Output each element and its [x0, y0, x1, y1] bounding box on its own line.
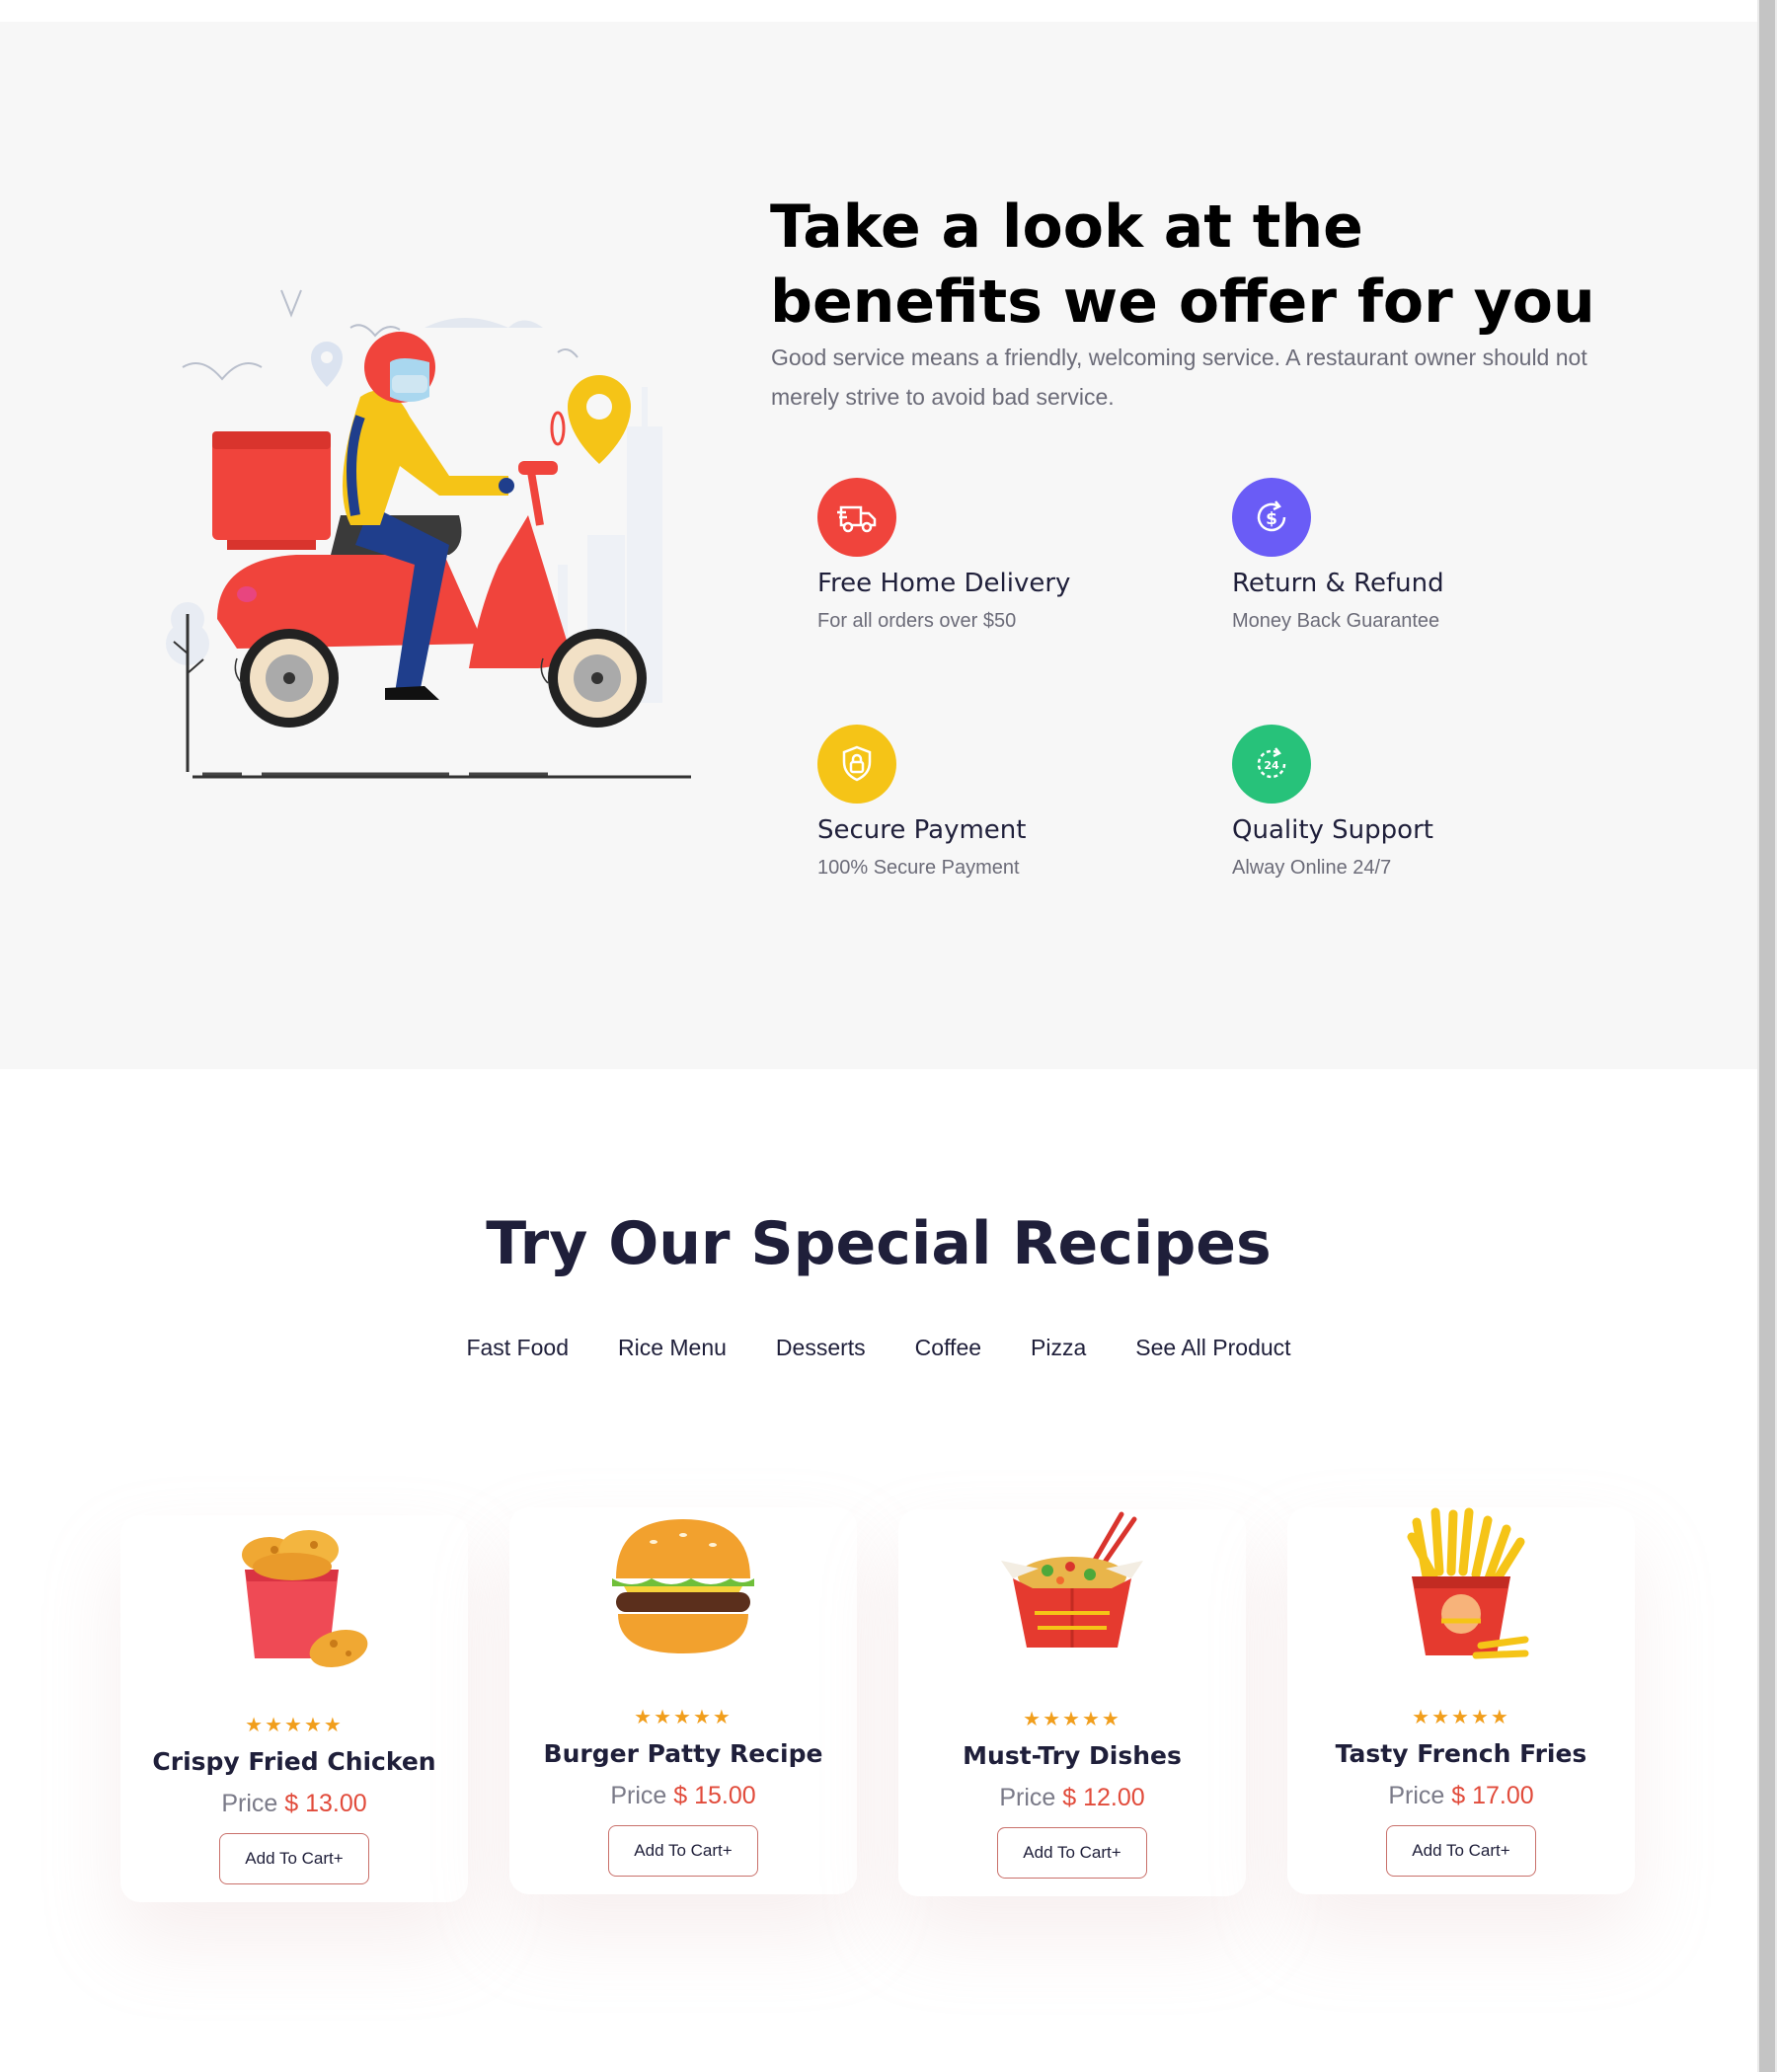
price-label: Price [610, 1782, 667, 1809]
add-to-cart-button[interactable]: Add To Cart+ [608, 1825, 758, 1877]
price-label: Price [221, 1790, 278, 1817]
tab-pizza[interactable]: Pizza [1031, 1335, 1086, 1361]
delivery-truck-icon [817, 478, 896, 557]
refund-icon: $ [1232, 478, 1311, 557]
add-to-cart-button[interactable]: Add To Cart+ [1386, 1825, 1536, 1877]
rating-stars: ★★★★★ [634, 1707, 733, 1728]
tab-coffee[interactable]: Coffee [915, 1335, 981, 1361]
price-amount: $ 17.00 [1451, 1782, 1534, 1809]
benefits-section: Take a look at the benefits we offer for… [0, 22, 1757, 1069]
feature-title: Quality Support [1232, 815, 1433, 845]
recipes-title: Try Our Special Recipes [486, 1209, 1272, 1278]
svg-text:24: 24 [1264, 759, 1279, 772]
french-fries-image [1407, 1507, 1529, 1659]
benefits-description: Good service means a friendly, welcoming… [771, 345, 1587, 410]
feature-subtitle: Alway Online 24/7 [1232, 857, 1392, 879]
scrollbar-thumb[interactable] [1759, 0, 1775, 2072]
price-amount: $ 15.00 [673, 1782, 756, 1809]
feature-secure-payment: Secure Payment 100% Secure Payment [817, 725, 1212, 880]
svg-text:$: $ [1266, 509, 1277, 529]
product-name: Must-Try Dishes [963, 1741, 1182, 1770]
benefits-title-line-2: benefits we offer for you [770, 268, 1595, 337]
product-price: Price $ 15.00 [509, 1782, 857, 1810]
tab-see-all-product[interactable]: See All Product [1135, 1335, 1290, 1361]
product-card-fried-chicken: ★★★★★ Crispy Fried Chicken Price $ 13.00… [120, 1515, 468, 1902]
product-price: Price $ 12.00 [898, 1784, 1246, 1812]
price-label: Price [999, 1784, 1056, 1811]
recipe-category-tabs: Fast Food Rice Menu Desserts Coffee Pizz… [0, 1335, 1757, 1361]
product-name: Crispy Fried Chicken [152, 1747, 436, 1776]
feature-title: Free Home Delivery [817, 569, 1071, 598]
product-name: Burger Patty Recipe [543, 1739, 823, 1768]
tab-rice-menu[interactable]: Rice Menu [618, 1335, 727, 1361]
add-to-cart-button[interactable]: Add To Cart+ [219, 1833, 369, 1884]
benefits-title: Take a look at the benefits we offer for… [770, 190, 1619, 340]
delivery-scooter-illustration [166, 289, 691, 779]
feature-quality-support: 24 Quality Support Alway Online 24/7 [1232, 725, 1627, 880]
add-to-cart-button[interactable]: Add To Cart+ [997, 1827, 1147, 1879]
price-amount: $ 13.00 [284, 1790, 367, 1817]
feature-subtitle: Money Back Guarantee [1232, 610, 1440, 632]
support-24-icon: 24 [1232, 725, 1311, 804]
rating-stars: ★★★★★ [1412, 1707, 1510, 1728]
tab-desserts[interactable]: Desserts [776, 1335, 866, 1361]
feature-subtitle: 100% Secure Payment [817, 857, 1020, 879]
burger-image [612, 1519, 754, 1653]
tab-fast-food[interactable]: Fast Food [466, 1335, 569, 1361]
product-name: Tasty French Fries [1335, 1739, 1587, 1768]
product-card-noodle-box: ★★★★★ Must-Try Dishes Price $ 12.00 Add … [898, 1509, 1246, 1896]
product-price: Price $ 17.00 [1287, 1782, 1635, 1810]
rating-stars: ★★★★★ [1023, 1709, 1121, 1730]
feature-return-refund: $ Return & Refund Money Back Guarantee [1232, 478, 1627, 633]
product-price: Price $ 13.00 [120, 1790, 468, 1818]
feature-title: Return & Refund [1232, 569, 1444, 598]
feature-subtitle: For all orders over $50 [817, 610, 1017, 632]
price-amount: $ 12.00 [1062, 1784, 1145, 1811]
shield-lock-icon [817, 725, 896, 804]
benefits-title-line-1: Take a look at the [770, 192, 1363, 262]
price-label: Price [1388, 1782, 1445, 1809]
rating-stars: ★★★★★ [245, 1715, 344, 1736]
feature-title: Secure Payment [817, 815, 1027, 845]
product-card-burger: ★★★★★ Burger Patty Recipe Price $ 15.00 … [509, 1507, 857, 1894]
page-scrollbar[interactable] [1757, 0, 1777, 2072]
fried-chicken-image [242, 1530, 368, 1668]
product-card-french-fries: ★★★★★ Tasty French Fries Price $ 17.00 A… [1287, 1507, 1635, 1894]
noodle-box-image [1001, 1511, 1143, 1648]
feature-free-home-delivery: Free Home Delivery For all orders over $… [817, 478, 1212, 633]
